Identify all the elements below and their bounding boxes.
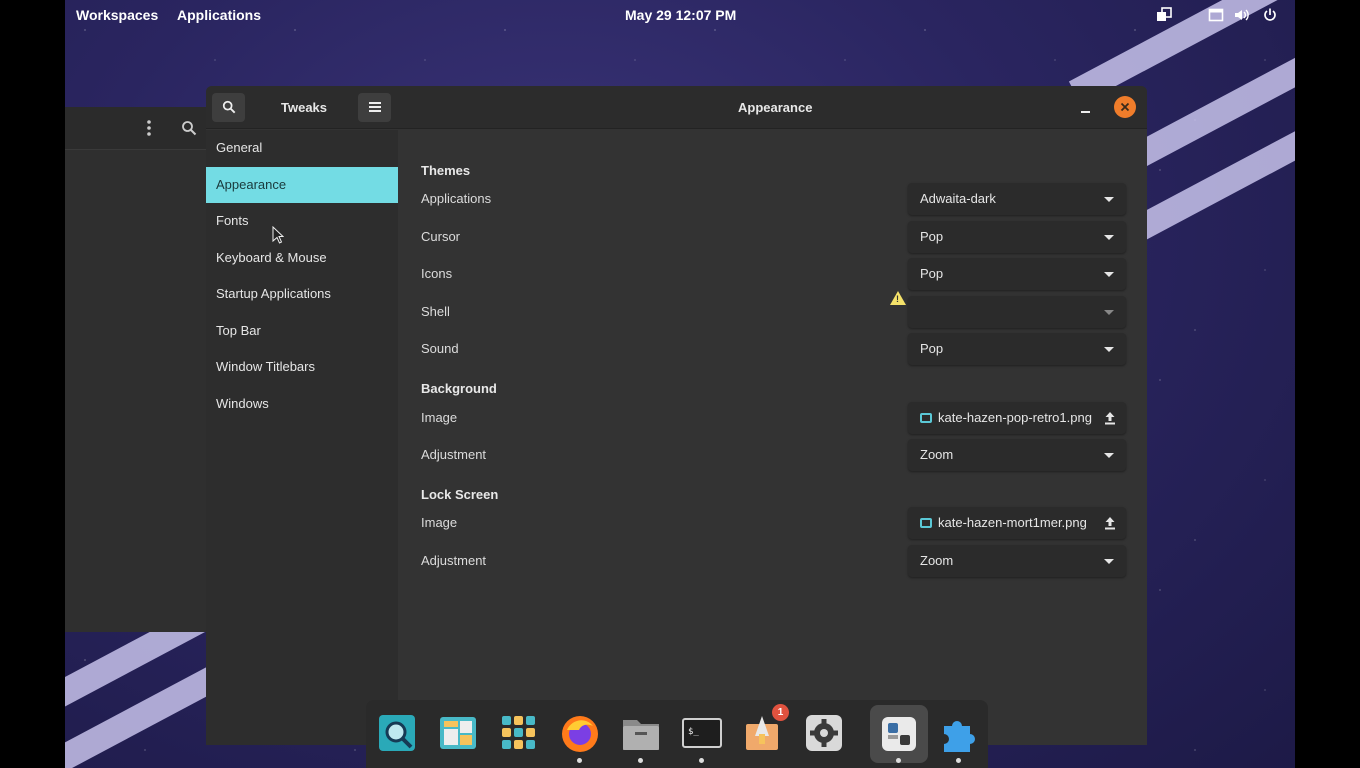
dock: $_ 1 xyxy=(366,700,988,768)
background-window-header xyxy=(65,107,210,150)
image-file-icon xyxy=(920,413,932,423)
background-window[interactable] xyxy=(65,107,210,632)
sidebar-item-fonts[interactable]: Fonts xyxy=(206,203,398,239)
label-lock-screen-image: Image xyxy=(421,515,458,530)
dock-terminal-icon[interactable]: $_ xyxy=(679,710,725,756)
label-cursor-theme: Cursor xyxy=(421,229,461,244)
upload-icon xyxy=(1104,507,1116,541)
appearance-panel: Themes Applications Adwaita-dark Cursor … xyxy=(398,130,1147,745)
background-adjustment-value: Zoom xyxy=(920,447,954,462)
desktop: Workspaces Applications May 29 12:07 PM xyxy=(65,0,1295,768)
icons-theme-dropdown[interactable]: Pop xyxy=(908,258,1126,290)
sidebar-item-window-titlebars[interactable]: Window Titlebars xyxy=(206,349,398,385)
chevron-down-icon xyxy=(1104,272,1114,277)
lock-screen-adjustment-value: Zoom xyxy=(920,553,954,568)
applications-button[interactable]: Applications xyxy=(177,7,261,23)
label-background-image: Image xyxy=(421,410,458,425)
running-indicator xyxy=(638,758,643,763)
label-lock-screen-adjustment: Adjustment xyxy=(421,553,487,568)
lock-screen-image-value: kate-hazen-mort1mer.png xyxy=(938,515,1087,530)
window-header: Tweaks Appearance xyxy=(206,86,1147,129)
background-adjustment-dropdown[interactable]: Zoom xyxy=(908,439,1126,471)
background-image-chooser[interactable]: kate-hazen-pop-retro1.png xyxy=(908,402,1126,434)
keyboard-icon[interactable] xyxy=(1208,7,1224,23)
sound-theme-value: Pop xyxy=(920,341,944,356)
chevron-down-icon xyxy=(1104,310,1114,315)
mouse-cursor-icon xyxy=(272,225,285,249)
dock-firefox-icon[interactable] xyxy=(557,710,603,756)
dock-settings-icon[interactable] xyxy=(801,710,847,756)
section-lock-screen: Lock Screen xyxy=(421,487,499,502)
close-button[interactable] xyxy=(1114,96,1136,118)
lock-screen-image-chooser[interactable]: kate-hazen-mort1mer.png xyxy=(908,507,1126,539)
cursor-theme-dropdown[interactable]: Pop xyxy=(908,221,1126,253)
label-background-adjustment: Adjustment xyxy=(421,447,487,462)
tweaks-window: Tweaks Appearance General Appearance Fon… xyxy=(206,86,1147,745)
chevron-down-icon xyxy=(1104,453,1114,458)
notification-badge: 1 xyxy=(772,704,789,721)
sidebar-item-appearance[interactable]: Appearance xyxy=(206,167,398,203)
section-themes: Themes xyxy=(421,163,471,178)
dock-pop-shop-icon[interactable]: 1 xyxy=(740,704,789,756)
applications-theme-value: Adwaita-dark xyxy=(920,191,996,206)
kebab-menu-icon[interactable] xyxy=(147,119,151,142)
top-bar: Workspaces Applications May 29 12:07 PM xyxy=(65,0,1295,30)
section-background: Background xyxy=(421,381,497,396)
running-indicator xyxy=(577,758,582,763)
page-title: Appearance xyxy=(738,100,813,115)
svg-text:$_: $_ xyxy=(688,727,699,737)
sidebar-item-general[interactable]: General xyxy=(206,130,398,166)
search-icon[interactable] xyxy=(181,120,197,141)
label-icons-theme: Icons xyxy=(421,266,453,281)
applications-theme-dropdown[interactable]: Adwaita-dark xyxy=(908,183,1126,215)
cursor-theme-value: Pop xyxy=(920,229,944,244)
dock-files-icon[interactable] xyxy=(618,710,664,756)
search-button[interactable] xyxy=(212,93,245,122)
chevron-down-icon xyxy=(1104,235,1114,240)
chevron-down-icon xyxy=(1104,559,1114,564)
sound-theme-dropdown[interactable]: Pop xyxy=(908,333,1126,365)
running-indicator xyxy=(896,758,901,763)
sidebar-item-startup-applications[interactable]: Startup Applications xyxy=(206,276,398,312)
label-shell-theme: Shell xyxy=(421,304,450,319)
warning-icon: ! xyxy=(890,291,906,305)
workspace-switcher-icon[interactable] xyxy=(1156,7,1172,23)
dock-applications-grid-icon[interactable] xyxy=(496,710,542,756)
icons-theme-value: Pop xyxy=(920,266,944,281)
sidebar: General Appearance Fonts Keyboard & Mous… xyxy=(206,130,398,745)
sidebar-item-keyboard-mouse[interactable]: Keyboard & Mouse xyxy=(206,240,398,276)
power-icon[interactable] xyxy=(1262,7,1278,23)
hamburger-menu-button[interactable] xyxy=(358,93,391,122)
dock-workspaces-icon[interactable] xyxy=(435,710,481,756)
dock-search-app-icon[interactable] xyxy=(374,710,420,756)
label-applications-theme: Applications xyxy=(421,191,492,206)
label-sound-theme: Sound xyxy=(421,341,459,356)
clock[interactable]: May 29 12:07 PM xyxy=(625,7,736,23)
dock-extensions-icon[interactable] xyxy=(936,710,982,756)
lock-screen-adjustment-dropdown[interactable]: Zoom xyxy=(908,545,1126,577)
image-file-icon xyxy=(920,518,932,528)
dock-tweaks-icon[interactable] xyxy=(870,705,928,763)
sidebar-item-windows[interactable]: Windows xyxy=(206,386,398,422)
chevron-down-icon xyxy=(1104,347,1114,352)
shell-theme-dropdown[interactable] xyxy=(908,296,1126,328)
workspaces-button[interactable]: Workspaces xyxy=(76,7,158,23)
running-indicator xyxy=(956,758,961,763)
minimize-button[interactable] xyxy=(1075,96,1097,118)
sidebar-item-top-bar[interactable]: Top Bar xyxy=(206,313,398,349)
volume-icon[interactable] xyxy=(1233,7,1249,23)
app-title: Tweaks xyxy=(281,100,328,115)
running-indicator xyxy=(699,758,704,763)
background-image-value: kate-hazen-pop-retro1.png xyxy=(938,410,1092,425)
chevron-down-icon xyxy=(1104,197,1114,202)
upload-icon xyxy=(1104,402,1116,436)
